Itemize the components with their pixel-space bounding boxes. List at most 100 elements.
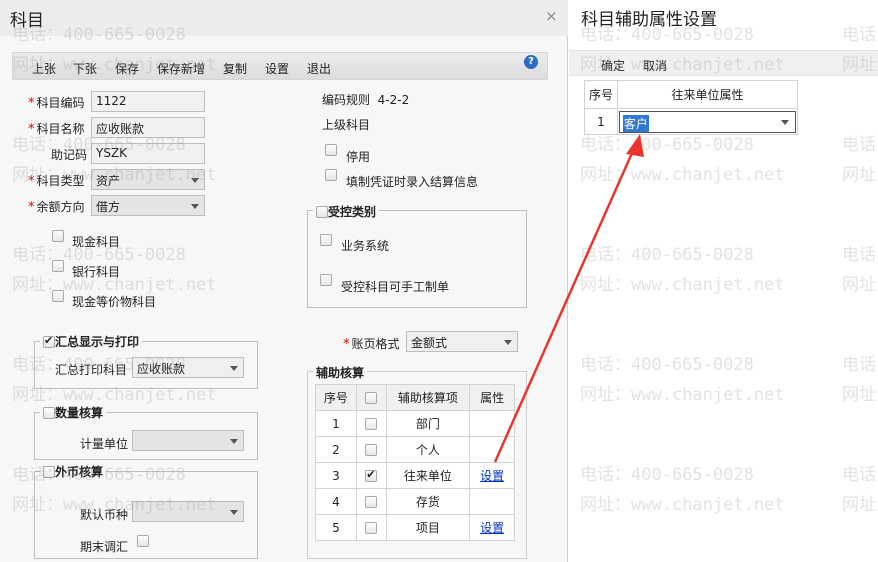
aux-row-item: 个人 xyxy=(385,436,471,463)
help-icon[interactable]: ? xyxy=(524,55,538,69)
name-label: * 科目名称 xyxy=(28,122,85,137)
adjust-checkbox[interactable] xyxy=(137,535,149,547)
manual-label: 受控科目可手工制单 xyxy=(341,280,450,294)
aux-row-setting-link[interactable]: 设置 xyxy=(480,469,504,483)
type-label: * 科目类型 xyxy=(28,174,85,189)
currency-select[interactable] xyxy=(132,501,244,522)
code-field[interactable]: 1122 xyxy=(91,91,205,112)
controlled-checkbox[interactable] xyxy=(316,206,328,218)
aux-row: 4 存货 xyxy=(315,488,515,515)
dialog-title: 科目 xyxy=(10,11,44,31)
aux-row-no: 2 xyxy=(315,436,357,463)
aux-row-setting-link[interactable]: 设置 xyxy=(480,521,504,535)
chevron-down-icon xyxy=(230,366,238,371)
aux-row-checkbox[interactable] xyxy=(365,443,378,456)
confirm-button[interactable]: 确定 xyxy=(601,57,625,74)
cash-equiv-checkbox[interactable] xyxy=(52,290,64,302)
aux-row-no: 5 xyxy=(315,514,357,541)
aux-row-attr xyxy=(469,436,515,463)
next-button[interactable]: 下张 xyxy=(73,60,97,77)
account-dialog: 科目 × 上张 下张 保存 保存新增 复制 设置 退出 ? * 科目编码 1122… xyxy=(0,0,568,562)
aux-row-checkbox[interactable] xyxy=(365,468,378,482)
rule-value: 4-2-2 xyxy=(377,93,410,107)
aux-property-header-attr: 往来单位属性 xyxy=(616,80,799,109)
aux-row-attr xyxy=(469,488,515,515)
unit-select[interactable] xyxy=(132,430,244,451)
summary-checkbox[interactable] xyxy=(43,334,55,348)
aux-row-check-cell xyxy=(355,410,387,437)
exit-button[interactable]: 退出 xyxy=(307,60,331,77)
aux-property-title: 科目辅助属性设置 xyxy=(581,10,717,30)
chevron-down-icon xyxy=(230,439,238,444)
chevron-down-icon xyxy=(191,204,199,209)
controlled-group-title: 受控类别 xyxy=(313,203,380,220)
cash-label: 现金科目 xyxy=(72,235,121,249)
currency-label: 默认币种 xyxy=(80,508,129,522)
close-icon[interactable]: × xyxy=(545,7,558,25)
aux-row-no: 1 xyxy=(315,410,357,437)
chevron-down-icon xyxy=(504,340,512,345)
adjust-label: 期末调汇 xyxy=(80,540,129,554)
quantity-checkbox[interactable] xyxy=(43,407,55,419)
summary-group-title: 汇总显示与打印 xyxy=(40,333,143,350)
aux-row-attr xyxy=(469,410,515,437)
aux-row-no: 3 xyxy=(315,462,357,489)
bank-checkbox[interactable] xyxy=(52,260,64,272)
quantity-group-title: 数量核算 xyxy=(40,404,107,421)
customer-select[interactable]: 客户 xyxy=(618,110,796,133)
aux-property-row-no: 1 xyxy=(584,108,618,135)
ledger-select[interactable]: 金额式 xyxy=(406,331,518,352)
aux-row-checkbox[interactable] xyxy=(365,495,378,508)
save-button[interactable]: 保存 xyxy=(115,60,139,77)
name-field[interactable]: 应收账款 xyxy=(91,117,205,138)
type-value: 资产 xyxy=(96,174,121,188)
direction-label: * 余额方向 xyxy=(28,200,85,215)
chevron-down-icon xyxy=(191,178,199,183)
parent-label: 上级科目 xyxy=(322,118,371,132)
print-account-value: 应收账款 xyxy=(137,362,186,376)
ledger-value: 金额式 xyxy=(411,336,448,350)
aux-row-checkbox[interactable] xyxy=(365,521,378,534)
direction-value: 借方 xyxy=(96,200,121,214)
cancel-button[interactable]: 取消 xyxy=(643,57,667,74)
aux-property-header-no: 序号 xyxy=(584,80,618,109)
dialog-titlebar: 科目 xyxy=(0,0,568,36)
aux-row-item: 存货 xyxy=(385,488,471,515)
type-select[interactable]: 资产 xyxy=(91,169,205,190)
mnemonic-label: 助记码 xyxy=(51,148,88,162)
direction-select[interactable]: 借方 xyxy=(91,195,205,216)
save-new-button[interactable]: 保存新增 xyxy=(157,60,205,77)
settings-button[interactable]: 设置 xyxy=(265,60,289,77)
settle-checkbox[interactable] xyxy=(325,169,337,181)
customer-select-value: 客户 xyxy=(622,114,649,132)
code-label: * 科目编码 xyxy=(28,96,85,111)
aux-row-checkbox[interactable] xyxy=(365,417,378,430)
aux-header-check xyxy=(355,384,387,411)
aux-row-attr: 设置 xyxy=(469,462,515,489)
business-checkbox[interactable] xyxy=(320,234,332,246)
rule-label: 编码规则 4-2-2 xyxy=(322,93,410,107)
settle-label: 填制凭证时录入结算信息 xyxy=(346,175,479,189)
disable-checkbox[interactable] xyxy=(325,144,337,156)
cash-equiv-label: 现金等价物科目 xyxy=(72,295,157,309)
aux-row: 3 往来单位设置 xyxy=(315,462,515,489)
print-account-select[interactable]: 应收账款 xyxy=(132,357,244,378)
bank-label: 银行科目 xyxy=(72,265,121,279)
aux-row-item: 项目 xyxy=(385,514,471,541)
aux-property-window: 科目辅助属性设置 确定 取消 序号 往来单位属性 1 客户 xyxy=(569,0,878,562)
aux-row-check-cell xyxy=(355,462,387,489)
aux-select-all-checkbox[interactable] xyxy=(365,391,378,404)
cash-checkbox[interactable] xyxy=(52,230,64,242)
foreign-checkbox[interactable] xyxy=(43,466,55,478)
mnemonic-field[interactable]: YSZK xyxy=(91,143,205,164)
manual-checkbox[interactable] xyxy=(320,274,332,286)
aux-header-item: 辅助核算项 xyxy=(385,384,471,411)
aux-row-check-cell xyxy=(355,514,387,541)
aux-row-check-cell xyxy=(355,488,387,515)
aux-row-check-cell xyxy=(355,436,387,463)
copy-button[interactable]: 复制 xyxy=(223,60,247,77)
aux-row: 1 部门 xyxy=(315,410,515,437)
aux-property-table: 序号 往来单位属性 1 客户 xyxy=(584,80,799,135)
prev-button[interactable]: 上张 xyxy=(32,60,56,77)
foreign-group-title: 外币核算 xyxy=(40,463,107,480)
